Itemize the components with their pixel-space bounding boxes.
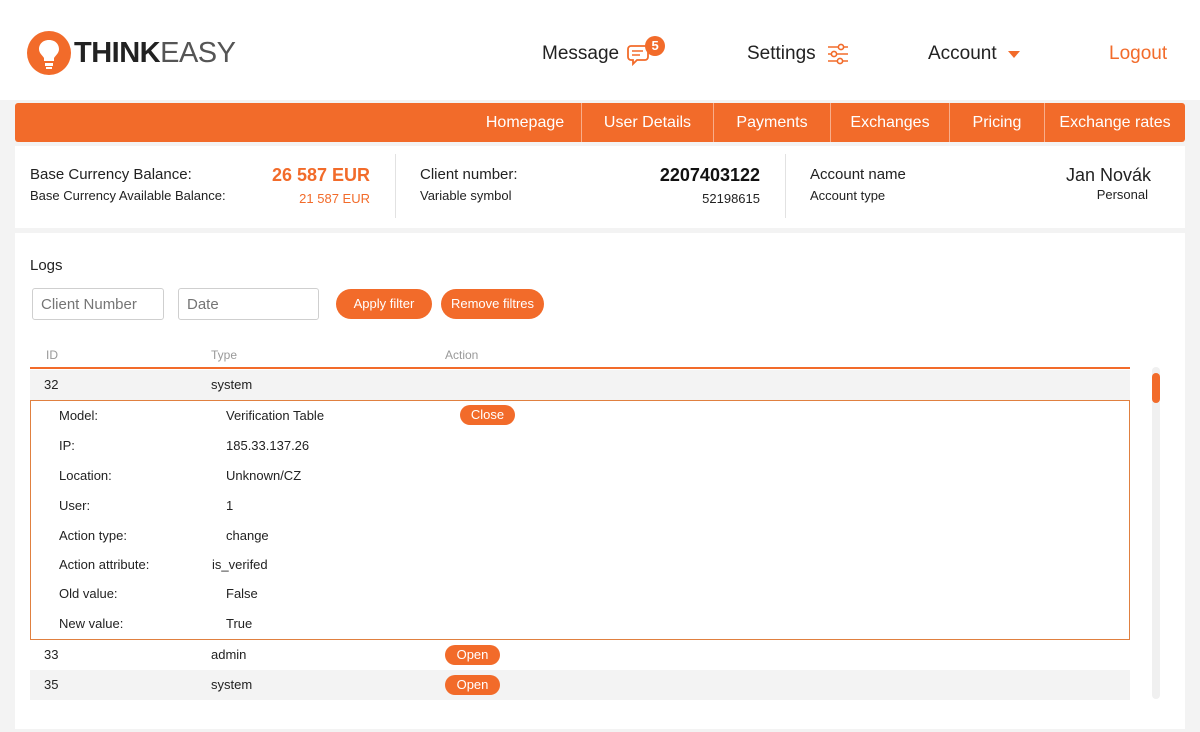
account-type-value: Personal: [1096, 187, 1148, 202]
account-name-label: Account name: [810, 166, 906, 183]
column-header-action[interactable]: Action: [445, 348, 478, 362]
table-scrollbar[interactable]: [1152, 367, 1160, 699]
table-row[interactable]: 33 admin Open: [30, 640, 1130, 670]
client-number-filter-input[interactable]: [32, 288, 164, 320]
detail-row: New value: True: [31, 609, 1129, 639]
available-balance-value: 21 587 EUR: [299, 191, 370, 206]
detail-value: change: [226, 528, 269, 543]
account-name-value: Jan Novák: [1065, 165, 1151, 185]
base-balance-value: 26 587 EUR: [271, 165, 370, 185]
logout-link[interactable]: Logout: [1109, 38, 1167, 70]
logs-title: Logs: [30, 257, 63, 274]
lightbulb-logo-icon: [26, 29, 72, 77]
table-row[interactable]: 32 system: [30, 370, 1130, 400]
logs-panel: Logs Apply filter Remove filtres ID Type…: [15, 233, 1185, 729]
date-filter-input[interactable]: [178, 288, 319, 320]
detail-label: User:: [59, 498, 91, 513]
detail-value: False: [226, 586, 258, 601]
variable-symbol-label: Variable symbol: [420, 188, 512, 203]
message-count-badge: 5: [645, 36, 666, 56]
divider: [785, 154, 786, 218]
message-label: Message: [542, 43, 620, 64]
menu-homepage[interactable]: Homepage: [469, 103, 581, 142]
detail-value: Unknown/CZ: [226, 468, 302, 483]
detail-row: Action attribute: is_verifed: [31, 550, 1129, 580]
column-header-id[interactable]: ID: [46, 348, 58, 362]
divider: [395, 154, 396, 218]
remove-filters-button[interactable]: Remove filtres: [441, 289, 544, 319]
detail-label: Action attribute:: [59, 557, 150, 572]
detail-label: New value:: [59, 616, 124, 631]
menu-payments[interactable]: Payments: [713, 103, 830, 142]
caret-down-icon: [1007, 50, 1020, 58]
row-id: 32: [44, 377, 59, 392]
thinkeasy-logo[interactable]: THINKEASY: [26, 29, 236, 77]
detail-value: is_verifed: [212, 557, 268, 572]
detail-value: 185.33.137.26: [226, 438, 310, 453]
menu-user-details[interactable]: User Details: [581, 103, 713, 142]
account-dropdown[interactable]: Account: [928, 38, 1020, 70]
menu-exchange-rates[interactable]: Exchange rates: [1044, 103, 1185, 142]
detail-row: IP: 185.33.137.26: [31, 431, 1129, 461]
logo-text: THINKEASY: [74, 37, 236, 69]
column-header-type[interactable]: Type: [211, 348, 237, 362]
table-header-underline: [30, 367, 1130, 369]
row-type: admin: [211, 647, 247, 662]
chat-bubble-icon: 5: [627, 36, 666, 68]
client-number-value: 2207403122: [659, 165, 760, 185]
menu-exchanges[interactable]: Exchanges: [830, 103, 949, 142]
menu-pricing[interactable]: Pricing: [949, 103, 1044, 142]
base-balance-label: Base Currency Balance:: [30, 166, 192, 183]
row-type: system: [211, 377, 253, 392]
detail-row: Model: Verification Table: [31, 401, 1129, 431]
account-label: Account: [928, 43, 997, 64]
open-button[interactable]: Open: [445, 675, 500, 695]
top-header: THINKEASY Message 5 Settings Account Log…: [0, 0, 1200, 100]
sliders-icon: [826, 42, 850, 66]
detail-value: 1: [226, 498, 234, 513]
detail-value: Verification Table: [226, 408, 325, 423]
open-button[interactable]: Open: [445, 645, 500, 665]
detail-value: True: [226, 616, 253, 631]
row-type: system: [211, 677, 253, 692]
settings-link[interactable]: Settings: [747, 38, 850, 70]
detail-label: IP:: [59, 438, 75, 453]
detail-label: Location:: [59, 468, 112, 483]
balance-panel: Base Currency Balance: 26 587 EUR Base C…: [15, 146, 1185, 228]
client-number-label: Client number:: [420, 166, 518, 183]
available-balance-label: Base Currency Available Balance:: [30, 188, 226, 203]
detail-row: Old value: False: [31, 579, 1129, 609]
message-link[interactable]: Message 5: [542, 36, 666, 70]
detail-row: Location: Unknown/CZ: [31, 461, 1129, 491]
table-row[interactable]: 35 system Open: [30, 670, 1130, 700]
detail-label: Old value:: [59, 586, 118, 601]
detail-row: Action type: change: [31, 521, 1129, 551]
log-detail-panel: Close Model: Verification Table IP: 185.…: [30, 400, 1130, 640]
settings-label: Settings: [747, 43, 816, 64]
row-id: 35: [44, 677, 59, 692]
detail-label: Action type:: [59, 528, 127, 543]
detail-row: User: 1: [31, 491, 1129, 521]
scrollbar-thumb[interactable]: [1152, 373, 1160, 403]
detail-label: Model:: [59, 408, 99, 423]
main-menu-bar: Homepage User Details Payments Exchanges…: [15, 103, 1185, 142]
row-id: 33: [44, 647, 59, 662]
account-type-label: Account type: [810, 188, 886, 203]
apply-filter-button[interactable]: Apply filter: [336, 289, 432, 319]
variable-symbol-value: 52198615: [702, 191, 760, 206]
